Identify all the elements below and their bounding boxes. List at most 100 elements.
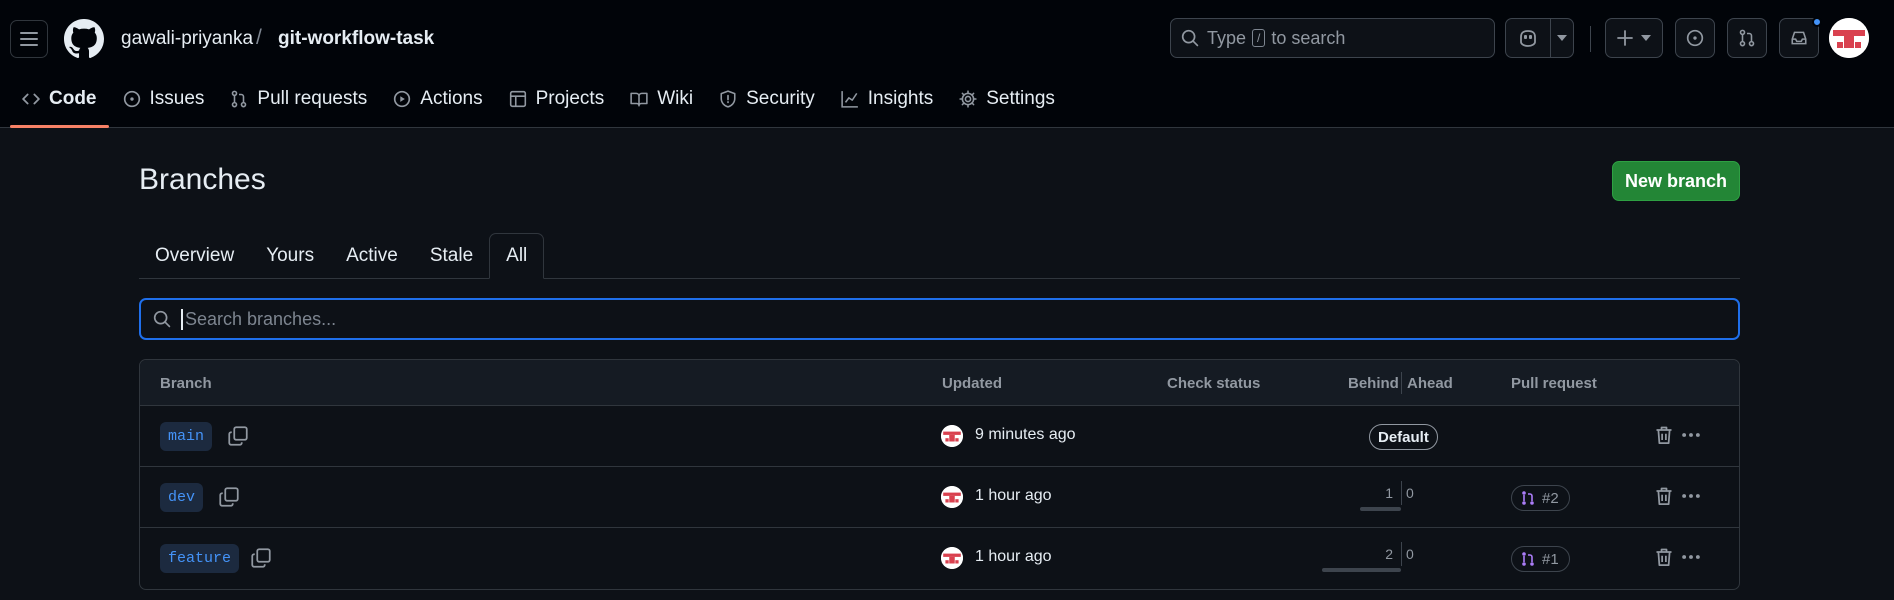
tab-projects[interactable]: Projects [497, 80, 617, 118]
code-icon [22, 93, 40, 105]
play-icon [394, 90, 411, 108]
pull-request-number: #2 [1542, 489, 1559, 507]
updated-time: 1 hour ago [975, 487, 1052, 504]
repo-nav: Code Issues Pull requests Actions Projec… [10, 80, 1069, 128]
hamburger-icon [20, 32, 38, 46]
header-behind: Behind [1348, 375, 1399, 392]
tab-security[interactable]: Security [707, 80, 827, 118]
inbox-icon [1791, 31, 1807, 45]
table-row: dev 1 hour ago 1 0 #2 [140, 467, 1739, 528]
header-updated: Updated [942, 375, 1002, 392]
updated-time: 1 hour ago [975, 548, 1052, 565]
tab-code[interactable]: Code [10, 80, 109, 128]
tab-label: Pull requests [257, 88, 368, 109]
updated-time: 9 minutes ago [975, 426, 1076, 443]
tab-active[interactable]: Active [330, 233, 414, 279]
tab-actions[interactable]: Actions [381, 80, 494, 118]
search-shortcut-key: / [1252, 29, 1266, 47]
gear-icon [959, 90, 977, 108]
tab-insights[interactable]: Insights [829, 80, 945, 118]
trash-icon[interactable] [1654, 546, 1674, 568]
menu-button[interactable] [10, 20, 48, 58]
git-pull-request-icon [1522, 552, 1534, 566]
shield-icon [720, 90, 736, 108]
ahead-behind-divider [1401, 542, 1402, 566]
table-row: feature 1 hour ago 2 0 #1 [140, 528, 1739, 589]
behind-bar [1360, 507, 1401, 511]
tab-all[interactable]: All [489, 233, 545, 279]
tab-yours[interactable]: Yours [250, 233, 330, 279]
branch-search-box [139, 298, 1740, 340]
global-search-input[interactable]: Type / to search [1170, 18, 1495, 58]
issue-opened-icon [1686, 29, 1704, 47]
copilot-button[interactable] [1505, 18, 1551, 58]
trash-icon[interactable] [1654, 485, 1674, 507]
create-new-button[interactable] [1605, 18, 1663, 58]
branch-search-input[interactable] [181, 308, 1681, 330]
git-pull-request-icon [1522, 491, 1534, 505]
tab-overview[interactable]: Overview [139, 233, 250, 279]
repo-owner-link[interactable]: gawali-priyanka [121, 28, 253, 50]
copy-icon[interactable] [219, 487, 239, 507]
book-icon [630, 92, 648, 107]
pull-request-link[interactable]: #2 [1511, 485, 1570, 511]
tab-stale[interactable]: Stale [414, 233, 489, 279]
branch-name-link[interactable]: main [160, 422, 213, 451]
triangle-down-icon [1641, 35, 1651, 41]
tab-label: Issues [149, 88, 205, 109]
default-badge: Default [1369, 424, 1438, 450]
notification-dot [1812, 17, 1822, 27]
issues-shortcut-button[interactable] [1675, 18, 1715, 58]
tab-pull-requests[interactable]: Pull requests [218, 80, 379, 118]
git-pull-request-icon [232, 90, 247, 108]
tab-wiki[interactable]: Wiki [618, 80, 705, 118]
branches-table: Branch Updated Check status Behind Ahead… [139, 359, 1740, 590]
table-header: Branch Updated Check status Behind Ahead… [140, 360, 1739, 406]
pull-requests-shortcut-button[interactable] [1727, 18, 1767, 58]
header-pull-request: Pull request [1511, 375, 1597, 392]
copy-icon[interactable] [228, 426, 248, 446]
search-icon [153, 310, 171, 328]
page-title: Branches [139, 163, 266, 196]
user-avatar[interactable] [1829, 18, 1869, 58]
committer-avatar[interactable] [941, 547, 963, 569]
tab-label: Wiki [657, 88, 694, 109]
tab-label: Insights [867, 88, 934, 109]
pull-request-link[interactable]: #1 [1511, 546, 1570, 572]
behind-count: 1 [1385, 485, 1393, 501]
triangle-down-icon [1557, 35, 1567, 41]
tab-label: Actions [420, 88, 483, 109]
behind-count: 2 [1385, 546, 1393, 562]
branch-name-link[interactable]: feature [160, 544, 240, 573]
plus-icon [1617, 30, 1633, 46]
kebab-horizontal-icon[interactable] [1680, 546, 1702, 568]
copy-icon[interactable] [251, 548, 271, 568]
tab-settings[interactable]: Settings [947, 80, 1067, 118]
new-branch-button[interactable]: New branch [1612, 161, 1740, 201]
kebab-horizontal-icon[interactable] [1680, 424, 1702, 446]
branch-name-link[interactable]: dev [160, 483, 204, 512]
header-branch: Branch [160, 375, 212, 392]
copilot-dropdown-button[interactable] [1550, 18, 1574, 58]
trash-icon[interactable] [1654, 424, 1674, 446]
kebab-horizontal-icon[interactable] [1680, 485, 1702, 507]
ahead-count: 0 [1406, 485, 1414, 501]
github-logo-icon[interactable] [64, 19, 104, 59]
header-ahead: Ahead [1407, 375, 1453, 392]
tab-label: Code [49, 88, 97, 109]
tab-issues[interactable]: Issues [111, 80, 217, 118]
behind-bar [1322, 568, 1401, 572]
header-divider [1590, 26, 1591, 52]
pull-request-number: #1 [1542, 550, 1559, 568]
repo-name-link[interactable]: git-workflow-task [278, 28, 434, 50]
committer-avatar[interactable] [941, 425, 963, 447]
search-icon [1181, 29, 1199, 47]
committer-avatar[interactable] [941, 486, 963, 508]
copilot-icon [1520, 30, 1536, 47]
search-placeholder-pre: Type [1207, 27, 1247, 48]
issue-opened-icon [123, 90, 140, 108]
table-icon [509, 90, 526, 108]
graph-icon [841, 91, 858, 108]
header-divider [1401, 372, 1402, 394]
ahead-behind-divider [1401, 481, 1402, 505]
